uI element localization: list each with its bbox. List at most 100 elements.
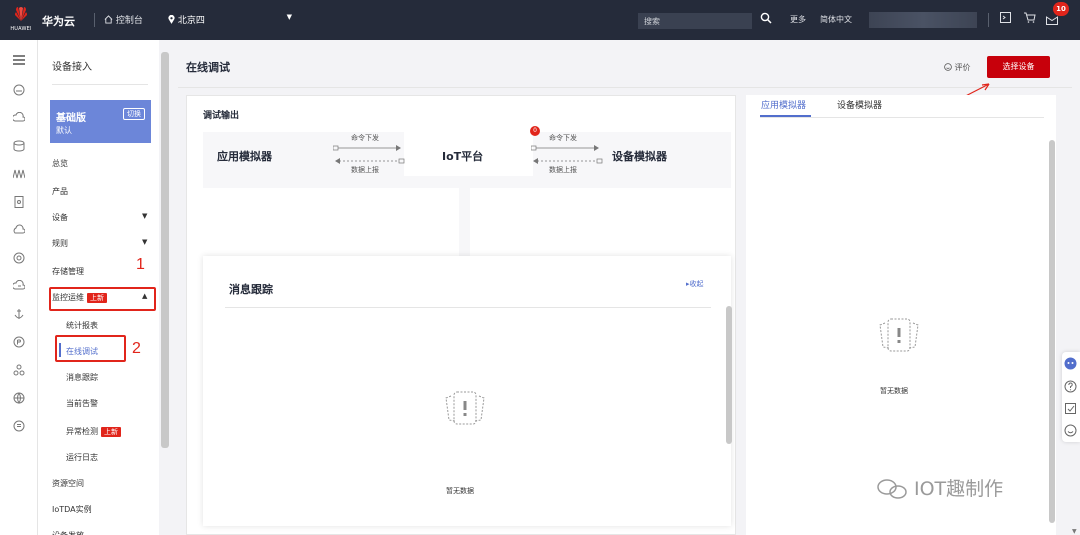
help-icon[interactable] — [1064, 380, 1077, 393]
search-icon[interactable] — [760, 12, 772, 24]
language-select[interactable]: 简体中文 — [820, 14, 852, 25]
region-select[interactable]: 北京四 ▼ — [168, 13, 296, 26]
iot-platform-label: IoT平台 — [442, 150, 484, 163]
empty-data-icon — [879, 318, 919, 352]
menu-icon[interactable] — [13, 54, 25, 66]
globe-icon[interactable] — [13, 392, 25, 404]
rate-label: 评价 — [954, 63, 971, 72]
message-icon[interactable] — [1046, 14, 1058, 25]
annotation-box-2 — [55, 335, 126, 362]
nav-item-overview[interactable]: 总览 — [52, 158, 68, 169]
more-menu[interactable]: 更多 — [790, 14, 806, 25]
tab-app-simulator[interactable]: 应用模拟器 — [761, 98, 806, 111]
collapse-link[interactable]: ▸收起 — [686, 279, 704, 289]
service-icon-rail — [0, 40, 38, 535]
cloud-icon[interactable] — [13, 112, 25, 124]
watermark-text: IOT趣制作 — [914, 478, 1004, 500]
database-icon[interactable] — [13, 140, 25, 152]
logo-text: HUAWEI — [10, 26, 32, 32]
account-name-blurred[interactable] — [869, 12, 977, 28]
top-bar: HUAWEI 华为云 控制台 北京四 ▼ 搜索 更多 简体中文 10 — [0, 0, 1080, 40]
edition-card[interactable]: 基础版 默认 切换 — [50, 100, 151, 143]
brand-name[interactable]: 华为云 — [42, 13, 75, 29]
smile-icon[interactable] — [1064, 424, 1077, 437]
sub-item-anomaly-detection[interactable]: 异常检测 上新 — [66, 426, 121, 437]
cart-icon[interactable] — [1024, 12, 1036, 23]
divider — [52, 84, 148, 85]
divider — [988, 13, 989, 27]
select-device-button[interactable]: 选择设备 — [987, 56, 1050, 78]
cloud-server-icon[interactable] — [13, 84, 25, 96]
storage-icon[interactable] — [13, 252, 25, 264]
region-label: 北京四 — [177, 16, 205, 26]
assistant-icon[interactable] — [1064, 357, 1077, 370]
simulator-panel — [746, 95, 1056, 535]
list-circle-icon[interactable] — [13, 420, 25, 432]
sub-item-anomaly-label: 异常检测 — [66, 427, 98, 436]
terminal-icon[interactable] — [1000, 12, 1011, 23]
message-trace-title: 消息跟踪 — [229, 283, 273, 296]
page-title: 在线调试 — [186, 61, 230, 74]
empty-data-icon — [445, 391, 485, 425]
tab-device-simulator[interactable]: 设备模拟器 — [837, 98, 882, 111]
chevron-down-icon[interactable]: ▼ — [142, 212, 147, 220]
edition-name: 基础版 — [56, 113, 86, 124]
annotation-number-1: 1 — [136, 256, 145, 273]
nav-item-resource-space[interactable]: 资源空间 — [52, 478, 84, 489]
rate-link[interactable]: 评价 — [944, 62, 971, 73]
new-badge: 上新 — [101, 427, 121, 437]
nav-scrollbar-thumb[interactable] — [161, 52, 169, 448]
annotation-box-1 — [49, 287, 156, 311]
app-simulator-label: 应用模拟器 — [217, 150, 272, 163]
simulator-empty-text: 暂无数据 — [880, 387, 908, 395]
network-icon[interactable] — [13, 364, 25, 376]
console-link[interactable]: 控制台 — [104, 13, 143, 26]
sub-item-alarms[interactable]: 当前告警 — [66, 398, 98, 409]
feedback-icon[interactable] — [1064, 402, 1077, 415]
app-log-area — [203, 188, 459, 256]
device-log-area — [470, 188, 731, 256]
right-arrows-icon — [531, 145, 603, 164]
cloud-outline-icon[interactable] — [13, 224, 25, 236]
nav-item-products[interactable]: 产品 — [52, 186, 68, 197]
sub-item-run-logs[interactable]: 运行日志 — [66, 452, 98, 463]
scroll-down-arrow[interactable]: ▼ — [1072, 528, 1077, 535]
console-label: 控制台 — [115, 16, 143, 26]
notification-badge: 10 — [1053, 2, 1069, 16]
wave-icon[interactable] — [13, 168, 25, 180]
switch-edition-button[interactable]: 切换 — [123, 108, 145, 120]
collapse-label: 收起 — [689, 280, 704, 288]
home-icon — [104, 15, 113, 24]
huawei-petal-icon — [15, 7, 27, 21]
divider — [94, 13, 95, 27]
document-icon[interactable] — [13, 196, 25, 208]
sub-item-message-trace[interactable]: 消息跟踪 — [66, 372, 98, 383]
nav-item-device-provisioning[interactable]: 设备发放 — [52, 529, 84, 535]
nav-title: 设备接入 — [52, 62, 92, 73]
anchor-icon[interactable] — [13, 308, 25, 320]
location-pin-icon — [168, 14, 175, 24]
edition-instance: 默认 — [56, 126, 72, 135]
device-simulator-label: 设备模拟器 — [612, 150, 667, 163]
left-arrows-icon — [333, 145, 405, 164]
nav-item-iotda-instance[interactable]: IoTDA实例 — [52, 504, 92, 515]
search-input[interactable]: 搜索 — [638, 13, 752, 29]
nav-item-storage[interactable]: 存储管理 — [52, 266, 84, 277]
trace-scrollbar-thumb[interactable] — [726, 306, 732, 444]
nav-item-devices[interactable]: 设备 — [52, 212, 68, 223]
smile-icon — [944, 63, 952, 71]
sub-item-statistics[interactable]: 统计报表 — [66, 320, 98, 331]
active-tab-indicator — [760, 115, 811, 117]
coin-icon[interactable] — [13, 336, 25, 348]
chevron-down-icon: ▼ — [286, 13, 292, 21]
chevron-down-icon[interactable]: ▼ — [142, 238, 147, 246]
right-scrollbar-thumb[interactable] — [1049, 140, 1055, 523]
huawei-logo[interactable]: HUAWEI — [6, 4, 36, 36]
wechat-logo-icon — [877, 479, 907, 499]
nav-item-rules[interactable]: 规则 — [52, 238, 68, 249]
annotation-number-2: 2 — [132, 340, 141, 357]
divider — [225, 307, 711, 308]
tab-divider — [760, 117, 1044, 118]
trace-empty-text: 暂无数据 — [446, 487, 474, 495]
cloud-sync-icon[interactable] — [13, 280, 25, 292]
